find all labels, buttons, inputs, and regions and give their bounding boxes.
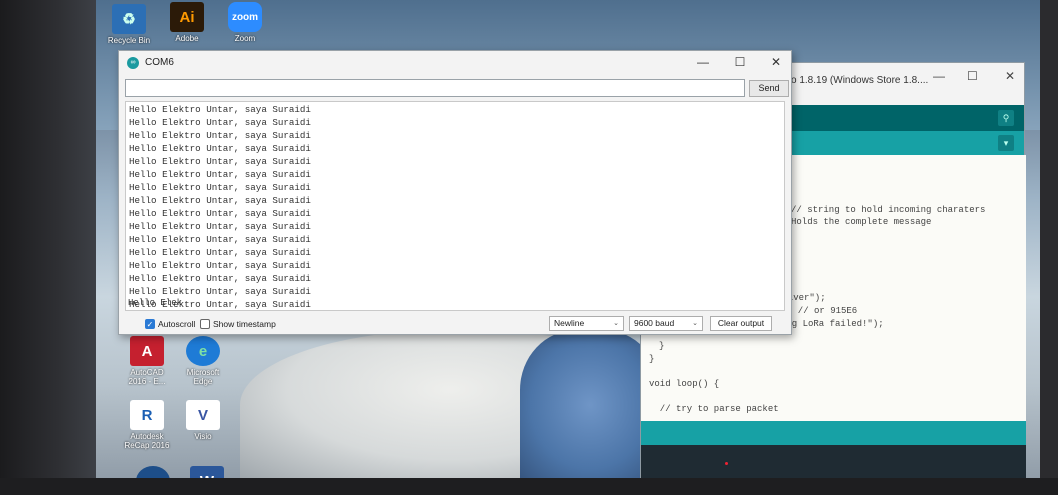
ide-maximize-button[interactable]: ☐ bbox=[967, 69, 978, 83]
zoom-icon: zoom bbox=[228, 2, 262, 32]
desktop-icon-label: AutoCAD 2016 - E... bbox=[128, 368, 166, 386]
code-line: Holds the complete message bbox=[791, 217, 932, 227]
search-icon[interactable]: ⚲ bbox=[998, 110, 1014, 126]
code-line: } bbox=[659, 341, 665, 351]
serial-titlebar[interactable]: ∞ COM6 — ☐ ✕ bbox=[119, 51, 791, 75]
recycle-bin-icon: ♻ bbox=[112, 4, 146, 34]
ide-window-title: o 1.8.19 (Windows Store 1.8.... bbox=[791, 75, 929, 86]
code-line: // string to hold incoming charaters bbox=[791, 205, 986, 215]
serial-output-area[interactable]: Hello Elektro Untar, saya Suraidi Hello … bbox=[125, 101, 785, 311]
autodesk-recap-icon: R bbox=[130, 400, 164, 430]
output-line-partial: Hello Elek bbox=[128, 298, 183, 308]
desktop-icon-recycle-bin[interactable]: ♻ Recycle Bin bbox=[104, 4, 154, 45]
desktop-icon-autocad[interactable]: A AutoCAD 2016 - E... bbox=[122, 336, 172, 386]
serial-window-title: COM6 bbox=[145, 57, 174, 68]
ide-console bbox=[641, 445, 1026, 479]
code-line: ( // or 915E6 bbox=[787, 306, 858, 316]
desktop-icon-label: Visio bbox=[194, 432, 212, 441]
code-line: void loop() { bbox=[649, 379, 720, 389]
serial-monitor-window[interactable]: ∞ COM6 — ☐ ✕ Send Hello Elektro Untar, s… bbox=[118, 50, 792, 335]
output-line: Hello Elektro Untar, saya Suraidi bbox=[129, 195, 311, 206]
ide-minimize-button[interactable]: — bbox=[933, 69, 945, 83]
desktop-icon-adobe[interactable]: Ai Adobe bbox=[162, 2, 212, 43]
output-line: Hello Elektro Untar, saya Suraidi bbox=[129, 234, 311, 245]
output-line: Hello Elektro Untar, saya Suraidi bbox=[129, 247, 311, 258]
serial-close-button[interactable]: ✕ bbox=[769, 55, 783, 69]
chevron-down-icon: ⌄ bbox=[613, 320, 619, 327]
desktop-icon-zoom[interactable]: zoom Zoom bbox=[220, 2, 270, 43]
output-line: Hello Elektro Untar, saya Suraidi bbox=[129, 104, 311, 115]
desktop-icon-recap[interactable]: R Autodesk ReCap 2016 bbox=[122, 400, 172, 450]
adobe-illustrator-icon: Ai bbox=[170, 2, 204, 32]
autoscroll-label: Autoscroll bbox=[158, 319, 196, 329]
autocad-icon: A bbox=[130, 336, 164, 366]
output-line: Hello Elektro Untar, saya Suraidi bbox=[129, 182, 311, 193]
output-line: Hello Elektro Untar, saya Suraidi bbox=[129, 208, 311, 219]
desktop-icon-visio[interactable]: V Visio bbox=[178, 400, 228, 441]
ide-close-button[interactable]: ✕ bbox=[1005, 69, 1015, 83]
desktop-icon-label: Microsoft Edge bbox=[186, 368, 220, 386]
desktop-icon-label: Autodesk ReCap 2016 bbox=[124, 432, 170, 450]
serial-maximize-button[interactable]: ☐ bbox=[733, 55, 747, 69]
desktop-icon-label: Zoom bbox=[234, 34, 256, 43]
output-line: Hello Elektro Untar, saya Suraidi bbox=[129, 117, 311, 128]
code-line: ing LoRa failed!"); bbox=[781, 319, 884, 329]
line-ending-select[interactable]: Newline ⌄ bbox=[549, 316, 624, 331]
code-line: // try to parse packet bbox=[649, 404, 779, 414]
send-button[interactable]: Send bbox=[749, 80, 789, 97]
code-line: } bbox=[649, 354, 655, 364]
output-line: Hello Elektro Untar, saya Suraidi bbox=[129, 143, 311, 154]
output-line: Hello Elektro Untar, saya Suraidi bbox=[129, 273, 311, 284]
tab-menu-chevron-icon[interactable]: ▾ bbox=[998, 135, 1014, 151]
output-line: Hello Elektro Untar, saya Suraidi bbox=[129, 286, 311, 297]
edge-icon: e bbox=[186, 336, 220, 366]
desktop-icon-edge[interactable]: e Microsoft Edge bbox=[178, 336, 228, 386]
monitor-bezel-left bbox=[0, 0, 96, 495]
ide-status-bar bbox=[641, 421, 1026, 445]
console-cursor bbox=[725, 462, 728, 465]
screen: ♻ Recycle Bin Ai Adobe zoom Zoom A AutoC… bbox=[0, 0, 1058, 495]
baud-rate-value: 9600 baud bbox=[634, 318, 675, 328]
baud-rate-select[interactable]: 9600 baud ⌄ bbox=[629, 316, 703, 331]
clear-output-button[interactable]: Clear output bbox=[710, 316, 772, 331]
line-ending-value: Newline bbox=[554, 318, 585, 328]
desktop-icon-label: Recycle Bin bbox=[107, 36, 151, 45]
visio-icon: V bbox=[186, 400, 220, 430]
output-line: Hello Elektro Untar, saya Suraidi bbox=[129, 130, 311, 141]
output-line: Hello Elektro Untar, saya Suraidi bbox=[129, 260, 311, 271]
output-line: Hello Elektro Untar, saya Suraidi bbox=[129, 221, 311, 232]
serial-send-input[interactable] bbox=[125, 79, 745, 97]
desktop-icon-label: Adobe bbox=[175, 34, 199, 43]
serial-minimize-button[interactable]: — bbox=[696, 55, 710, 69]
monitor-bezel-right bbox=[1040, 0, 1058, 495]
show-timestamp-label: Show timestamp bbox=[213, 319, 276, 329]
show-timestamp-checkbox[interactable] bbox=[200, 319, 210, 329]
wallpaper-figure bbox=[520, 330, 660, 480]
serial-bottom-bar: ✓ Autoscroll Show timestamp Newline ⌄ 96… bbox=[119, 313, 791, 335]
output-line: Hello Elektro Untar, saya Suraidi bbox=[129, 169, 311, 180]
arduino-logo-icon: ∞ bbox=[127, 57, 139, 69]
autoscroll-checkbox[interactable]: ✓ bbox=[145, 319, 155, 329]
monitor-bezel-bottom bbox=[0, 478, 1058, 495]
chevron-down-icon: ⌄ bbox=[692, 320, 698, 327]
output-line: Hello Elektro Untar, saya Suraidi bbox=[129, 156, 311, 167]
